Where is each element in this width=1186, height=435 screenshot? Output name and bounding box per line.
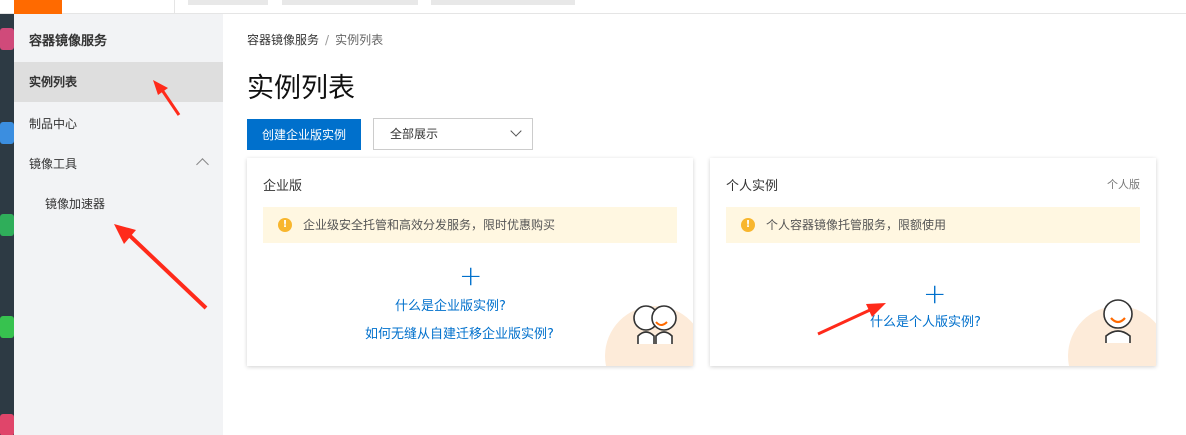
notice-text: 企业级安全托管和高效分发服务，限时优惠购买 xyxy=(303,218,556,232)
sidebar-item-image-accelerator[interactable]: 镜像加速器 xyxy=(14,184,223,224)
card-title: 企业版 xyxy=(263,179,303,194)
enterprise-card: 企业版 ! 企业级安全托管和高效分发服务，限时优惠购买 + 什么是企业版实例? … xyxy=(247,158,693,366)
topbar-tab[interactable] xyxy=(188,0,268,5)
brand-logo[interactable] xyxy=(14,0,62,14)
add-icon[interactable]: + xyxy=(923,280,946,308)
sidebar-item-artifact-center[interactable]: 制品中心 xyxy=(14,104,223,144)
desktop-app-icon[interactable] xyxy=(0,214,14,236)
card-tag: 个人版 xyxy=(1107,178,1140,191)
mascot-icon xyxy=(1103,299,1133,343)
sidebar-item-label: 镜像工具 xyxy=(29,157,78,171)
personal-card: 个人实例 个人版 ! 个人容器镜像托管服务，限额使用 + 什么是个人版实例? xyxy=(710,158,1156,366)
instance-filter-select[interactable]: 全部展示 xyxy=(373,118,533,150)
what-is-enterprise-link[interactable]: 什么是企业版实例? xyxy=(395,295,506,314)
sidebar-item-image-tools[interactable]: 镜像工具 xyxy=(14,144,223,184)
desktop-app-icon[interactable] xyxy=(0,122,14,144)
chevron-up-icon xyxy=(196,158,209,171)
notice-banner: ! 企业级安全托管和高效分发服务，限时优惠购买 xyxy=(263,207,677,243)
sidebar-title: 容器镜像服务 xyxy=(29,34,108,49)
sidebar: 容器镜像服务 实例列表 制品中心 镜像工具 镜像加速器 xyxy=(14,14,223,435)
topbar-tab[interactable] xyxy=(282,0,418,5)
main-content: 容器镜像服务 / 实例列表 实例列表 创建企业版实例 全部展示 企业版 ! 企业级安… xyxy=(223,14,1186,435)
card-title: 个人实例 xyxy=(726,179,779,194)
migrate-enterprise-link[interactable]: 如何无缝从自建迁移企业版实例? xyxy=(365,323,554,342)
notice-banner: ! 个人容器镜像托管服务，限额使用 xyxy=(726,207,1140,243)
page-title: 实例列表 xyxy=(247,73,355,104)
add-icon[interactable]: + xyxy=(459,262,482,290)
breadcrumb-root[interactable]: 容器镜像服务 xyxy=(247,33,319,47)
notice-text: 个人容器镜像托管服务，限额使用 xyxy=(766,218,947,232)
sidebar-item-instance-list[interactable]: 实例列表 xyxy=(14,62,223,102)
desktop-app-icon[interactable] xyxy=(0,414,14,435)
select-value: 全部展示 xyxy=(390,127,439,141)
topbar-tab[interactable] xyxy=(431,0,575,5)
warning-icon: ! xyxy=(278,218,292,232)
topbar-divider xyxy=(174,0,175,14)
create-enterprise-instance-button[interactable]: 创建企业版实例 xyxy=(247,119,361,150)
chevron-down-icon xyxy=(510,125,522,137)
desktop-app-icon[interactable] xyxy=(0,28,14,50)
desktop-app-icon[interactable] xyxy=(0,316,14,338)
breadcrumb: 容器镜像服务 / 实例列表 xyxy=(247,31,383,48)
what-is-personal-link[interactable]: 什么是个人版实例? xyxy=(870,311,981,330)
top-bar xyxy=(0,0,1186,14)
breadcrumb-current: 实例列表 xyxy=(335,33,384,47)
desktop-strip xyxy=(0,14,14,435)
warning-icon: ! xyxy=(741,218,755,232)
mascot-pair-icon xyxy=(633,305,677,344)
breadcrumb-separator: / xyxy=(325,33,330,47)
